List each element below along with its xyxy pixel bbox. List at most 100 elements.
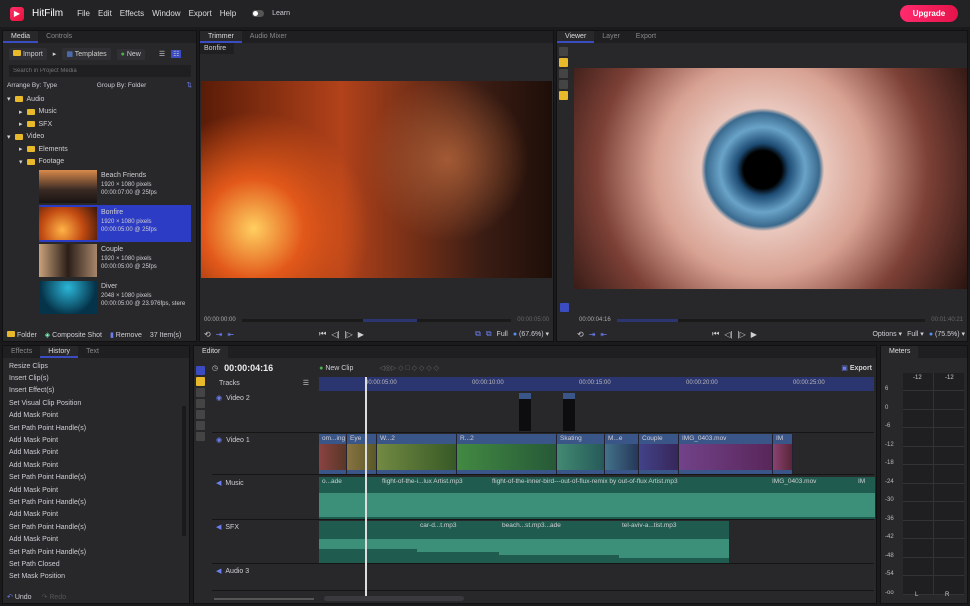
video-clip[interactable]: om...ing [319,434,347,474]
editor-timecode[interactable]: 00:00:04:16 [224,363,273,373]
mark-out-icon[interactable]: ⇤ [600,330,607,339]
play-icon[interactable]: ▶ [751,330,757,339]
tree-folder-music[interactable]: ▸ Music [3,106,196,119]
step-back-icon[interactable]: ◁| [331,330,339,339]
history-item[interactable]: Set Path Point Handle(s) [3,422,189,434]
audio-clip[interactable]: flight-of-the-i...lux Artist.mp3 [379,477,489,519]
timeline-ruler[interactable]: 00:00:05:00 00:00:10:00 00:00:15:00 00:00:2… [319,377,874,391]
history-item[interactable]: Insert Clip(s) [3,372,189,384]
history-item[interactable]: Set Path Point Handle(s) [3,521,189,533]
loop-icon[interactable]: ⟲ [204,330,211,339]
video-clip[interactable]: R...2 [457,434,557,474]
history-item[interactable]: Insert Effect(s) [3,385,189,397]
loop-icon[interactable]: ⟲ [577,330,584,339]
audio-clip[interactable]: tel-aviv-a...tist.mp3 [619,521,729,563]
tab-trimmer[interactable]: Trimmer [200,31,242,43]
history-item[interactable]: Set Visual Clip Position [3,397,189,409]
history-item[interactable]: Add Mask Point [3,447,189,459]
tree-folder-elements[interactable]: ▸ Elements [3,143,196,156]
import-menu-arrow-icon[interactable]: ▸ [53,50,57,58]
menu-file[interactable]: File [77,9,90,18]
learn-toggle[interactable] [252,10,265,17]
tab-audio-mixer[interactable]: Audio Mixer [242,31,295,43]
history-item[interactable]: Add Mask Point [3,410,189,422]
video-clip[interactable] [563,393,575,431]
audio-clip[interactable]: IMG_0403.mov [769,477,855,519]
ripple-tool-icon[interactable] [196,410,205,419]
timeline-horizontal-scrollbar[interactable] [324,596,464,601]
go-to-start-icon[interactable]: ⏮ [712,329,719,339]
composite-shot-button[interactable]: ◈ Composite Shot [45,331,102,339]
tab-history[interactable]: History [40,346,79,358]
list-view-icon[interactable]: ☰ [159,50,165,58]
history-item[interactable]: Resize Clips [3,360,189,372]
options-select[interactable]: Options ▾ [872,330,902,338]
templates-button[interactable]: ▦ Templates [62,48,111,60]
media-search-input[interactable] [9,65,191,77]
step-back-icon[interactable]: ◁| [724,330,732,339]
menu-effects[interactable]: Effects [120,9,144,18]
import-button[interactable]: Import [9,48,47,60]
video-clip[interactable]: M...e [605,434,639,474]
eye-icon[interactable]: ◉ [216,394,222,402]
play-icon[interactable]: ▶ [358,330,364,339]
tree-folder-footage[interactable]: ▾ Footage [3,156,196,169]
viewer-quality-select[interactable]: Full ▾ [907,330,924,338]
tree-folder-audio[interactable]: ▾ Audio [3,93,196,106]
video-clip[interactable]: IM [773,434,793,474]
media-item[interactable]: Bonfire 1920 × 1080 pixels 00:00:05:00 @ 2… [39,205,191,242]
remove-button[interactable]: ▮ Remove [110,331,142,339]
overlay-icon[interactable]: ⧉ [486,329,492,339]
trimmer-quality-select[interactable]: Full [497,331,508,338]
insert-icon[interactable]: ⧉ [475,329,481,339]
playhead[interactable] [365,377,367,597]
history-item[interactable]: Set Mask Position [3,571,189,583]
mark-in-icon[interactable]: ⇥ [216,330,223,339]
tab-viewer[interactable]: Viewer [557,31,595,43]
tab-meters[interactable]: Meters [881,346,919,358]
history-item[interactable]: Add Mask Point [3,434,189,446]
tracks-menu-icon[interactable]: ☰ [303,379,309,387]
trimmer-scrubber[interactable] [241,318,512,322]
menu-help[interactable]: Help [220,9,236,18]
fullscreen-icon[interactable] [560,303,569,312]
sort-icon[interactable]: ⇅ [187,81,192,89]
history-item[interactable]: Add Mask Point [3,459,189,471]
menu-edit[interactable]: Edit [98,9,112,18]
media-item[interactable]: Beach Friends 1920 × 1080 pixels 00:00:07:… [39,168,191,205]
text-tool-icon[interactable] [559,69,568,78]
media-item[interactable]: Couple 1920 × 1080 pixels 00:00:05:00 @ 25… [39,242,191,279]
tab-text[interactable]: Text [78,346,107,358]
viewer-scrubber[interactable] [616,318,926,322]
undo-button[interactable]: ↶ Undo [7,593,32,601]
redo-button[interactable]: ↷ Redo [42,593,67,601]
tab-media[interactable]: Media [3,31,39,43]
mark-out-icon[interactable]: ⇤ [227,330,234,339]
roll-tool-icon[interactable] [196,421,205,430]
menu-window[interactable]: Window [152,9,180,18]
video-clip[interactable]: Skating [557,434,605,474]
history-item[interactable]: Set Path Point Handle(s) [3,472,189,484]
video-clip[interactable]: Eye [347,434,377,474]
trimmer-zoom-select[interactable]: ● (67.6%) ▾ [513,330,549,338]
history-item[interactable]: Add Mask Point [3,533,189,545]
step-forward-icon[interactable]: |▷ [345,330,353,339]
audio-clip[interactable]: flight-of-the-inner-bird---out-of-flux-r… [489,477,769,519]
select-tool-icon[interactable] [559,47,568,56]
speaker-icon[interactable]: ◀ [216,479,221,487]
video-clip[interactable]: IMG_0403.mov [679,434,773,474]
step-forward-icon[interactable]: |▷ [738,330,746,339]
history-item[interactable]: Add Mask Point [3,484,189,496]
tree-folder-sfx[interactable]: ▸ SFX [3,118,196,131]
audio-clip[interactable]: IM [855,477,875,519]
new-clip-button[interactable]: ● New Clip [319,365,353,372]
speaker-icon[interactable]: ◀ [216,567,221,575]
audio-clip[interactable] [319,521,417,563]
history-item[interactable]: Add Mask Point [3,509,189,521]
tab-export[interactable]: Export [628,31,664,43]
export-button[interactable]: ▣ Export [841,364,872,372]
video-clip[interactable]: W...2 [377,434,457,474]
arrange-by-select[interactable]: Arrange By: Type [7,82,93,89]
go-to-start-icon[interactable]: ⏮ [319,329,326,339]
video-clip[interactable] [519,393,531,431]
